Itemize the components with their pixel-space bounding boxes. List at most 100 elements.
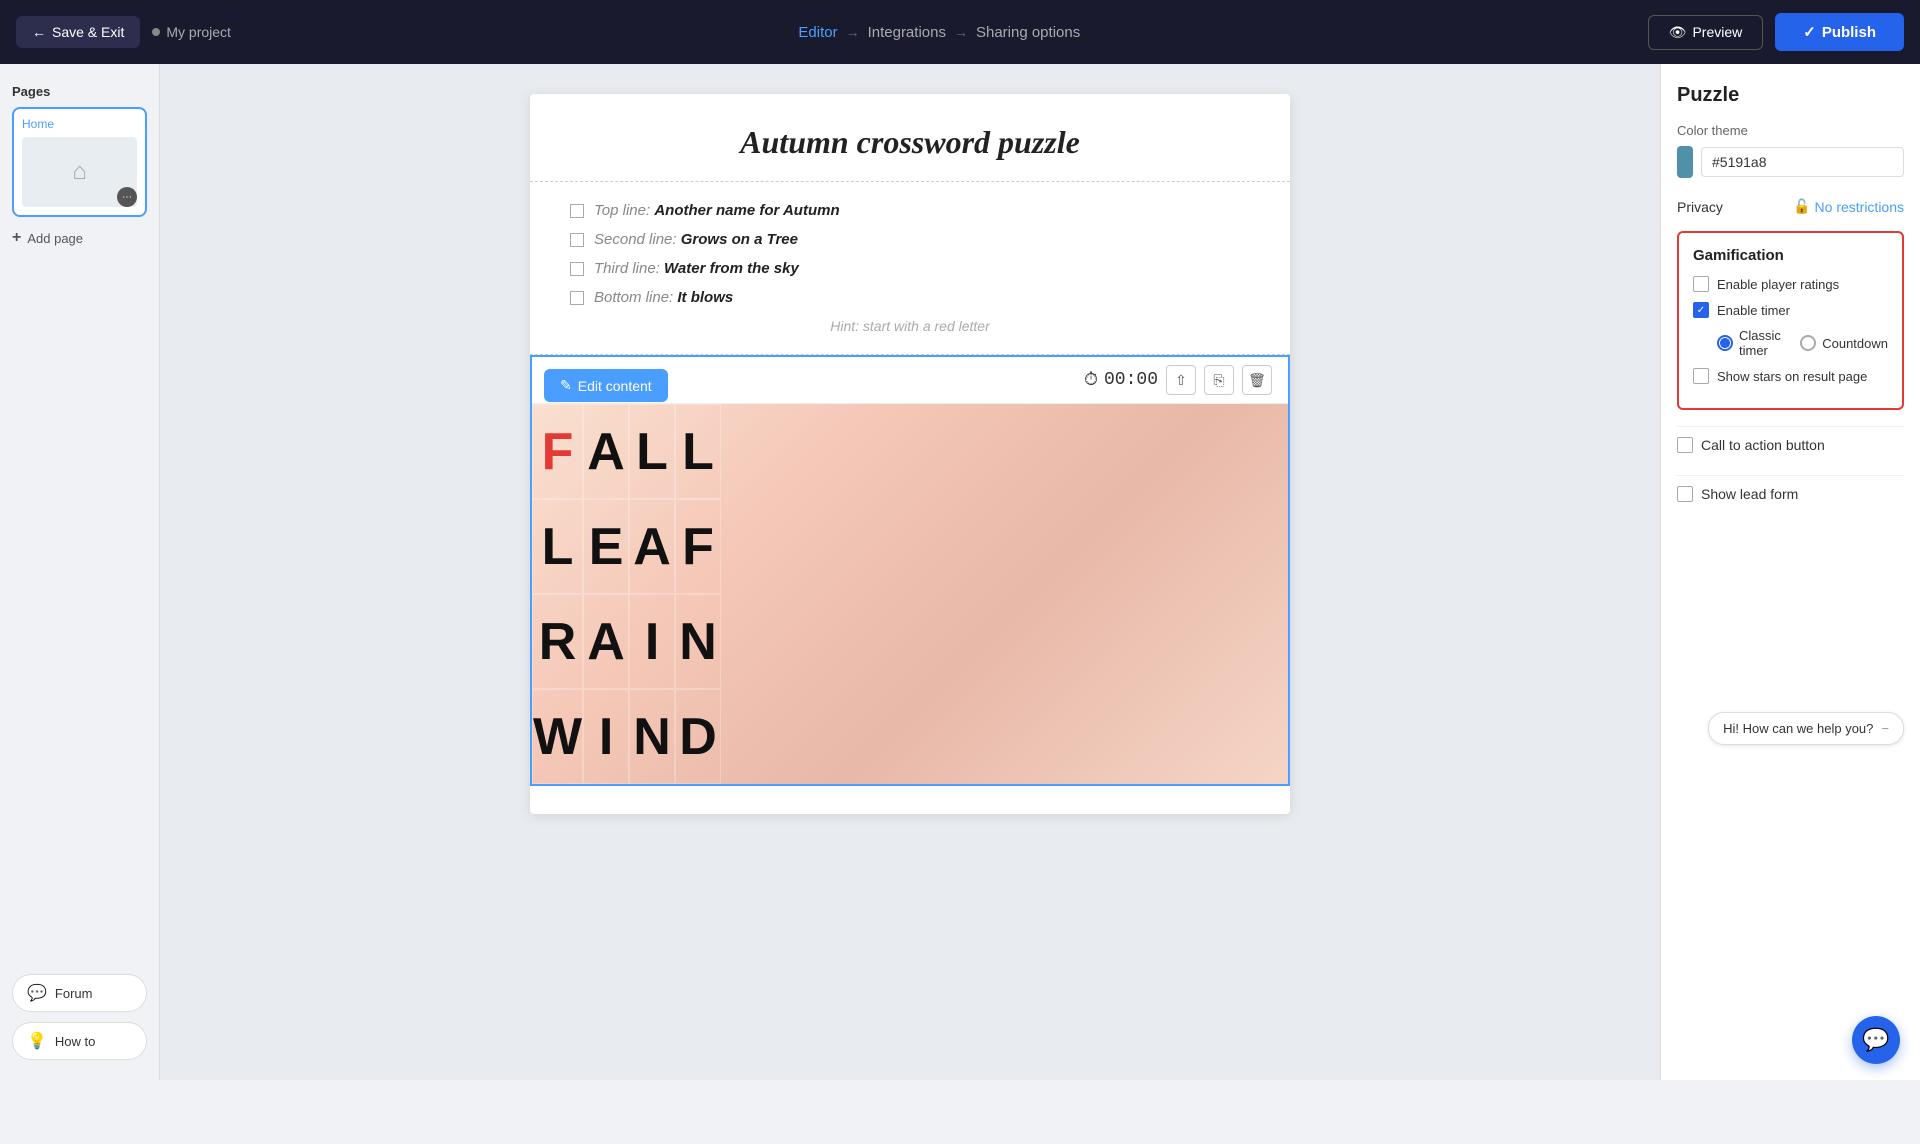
move-up-button[interactable]: ⇧	[1166, 365, 1196, 395]
timer-display: ⏱ 00:00	[1084, 370, 1158, 391]
show-stars-checkbox[interactable]	[1693, 368, 1709, 384]
color-swatch[interactable]	[1677, 146, 1693, 178]
clue-check-4[interactable]	[570, 291, 584, 305]
sidebar-left: Pages Home ⌂ ⋯ + Add page 💬 Forum 💡 How …	[0, 64, 160, 1080]
enable-player-ratings-row: Enable player ratings	[1693, 276, 1888, 292]
gamification-box: Gamification Enable player ratings ✓ Ena…	[1677, 231, 1904, 410]
color-theme-section: Color theme	[1677, 123, 1904, 178]
copy-button[interactable]: ⎘	[1204, 365, 1234, 395]
color-theme-row	[1677, 146, 1904, 178]
countdown-radio[interactable]	[1800, 335, 1816, 351]
home-icon: ⌂	[72, 158, 87, 186]
help-chat-bubble: Hi! How can we help you? −	[1708, 712, 1904, 745]
hint-text: Hint: start with a red letter	[570, 318, 1250, 334]
clue-item-4: Bottom line: It blows	[570, 289, 1250, 306]
howto-button[interactable]: 💡 How to	[12, 1022, 147, 1060]
enable-player-ratings-checkbox[interactable]	[1693, 276, 1709, 292]
canvas-frame: Autumn crossword puzzle Top line: Anothe…	[530, 94, 1290, 814]
chat-close-icon[interactable]: −	[1881, 721, 1889, 736]
grid-cell: R	[532, 594, 583, 689]
clue-label-1: Top line: Another name for Autumn	[594, 202, 840, 219]
arrow-icon-1: →	[846, 24, 860, 40]
classic-timer-radio[interactable]	[1717, 335, 1733, 351]
timer-icon: ⏱	[1084, 370, 1098, 391]
grid-cell: I	[583, 689, 629, 784]
publish-button[interactable]: ✓ Publish	[1775, 13, 1904, 51]
puzzle-title: Autumn crossword puzzle	[570, 124, 1250, 161]
grid-cell: L	[629, 404, 675, 499]
call-to-action-row: Call to action button	[1677, 426, 1904, 463]
no-restrictions-button[interactable]: 🔓 No restrictions	[1793, 198, 1904, 215]
nav-step-integrations[interactable]: Integrations	[868, 24, 946, 41]
nav-steps: Editor → Integrations → Sharing options	[798, 24, 1080, 41]
show-lead-form-row: Show lead form	[1677, 475, 1904, 512]
grid-cell: W	[532, 689, 583, 784]
plus-icon: +	[12, 229, 21, 247]
main-layout: Pages Home ⌂ ⋯ + Add page 💬 Forum 💡 How …	[0, 64, 1920, 1080]
clue-check-3[interactable]	[570, 262, 584, 276]
clue-label-3: Third line: Water from the sky	[594, 260, 799, 277]
show-lead-form-section: Show lead form	[1677, 475, 1904, 512]
call-to-action-section: Call to action button	[1677, 426, 1904, 463]
show-lead-form-checkbox[interactable]	[1677, 486, 1693, 502]
edit-content-button[interactable]: ✎ Edit content	[544, 369, 668, 402]
pages-section: Pages Home ⌂ ⋯ + Add page	[12, 84, 147, 247]
page-card-menu-button[interactable]: ⋯	[117, 187, 137, 207]
pencil-icon: ✎	[560, 377, 572, 394]
classic-timer-option[interactable]: Classic timer	[1717, 328, 1784, 358]
gamification-title: Gamification	[1693, 247, 1888, 264]
nav-step-editor[interactable]: Editor	[798, 24, 837, 41]
lightbulb-icon: 💡	[27, 1031, 47, 1051]
grid-cell: L	[532, 499, 583, 594]
grid-cell: D	[675, 689, 721, 784]
panel-title: Puzzle	[1677, 84, 1904, 107]
color-hex-input[interactable]	[1701, 147, 1904, 177]
enable-timer-checkbox[interactable]: ✓	[1693, 302, 1709, 318]
show-stars-row: Show stars on result page	[1693, 368, 1888, 384]
lock-icon: 🔓	[1793, 198, 1810, 215]
clue-item-3: Third line: Water from the sky	[570, 260, 1250, 277]
grid-cell: F	[532, 404, 583, 499]
crossword-grid: FALLLEAFRAINWIND	[532, 404, 1288, 784]
grid-cell: L	[675, 404, 721, 499]
arrow-icon-2: →	[954, 24, 968, 40]
clue-label-4: Bottom line: It blows	[594, 289, 733, 306]
sidebar-bottom-buttons: 💬 Forum 💡 How to	[12, 974, 147, 1060]
grid-cell: A	[629, 499, 675, 594]
color-theme-label: Color theme	[1677, 123, 1904, 138]
clue-item-2: Second line: Grows on a Tree	[570, 231, 1250, 248]
clue-check-2[interactable]	[570, 233, 584, 247]
grid-cell: N	[629, 689, 675, 784]
project-name-display: My project	[152, 24, 231, 40]
privacy-label: Privacy	[1677, 199, 1723, 215]
pages-title: Pages	[12, 84, 147, 99]
forum-button[interactable]: 💬 Forum	[12, 974, 147, 1012]
countdown-option[interactable]: Countdown	[1800, 335, 1888, 351]
preview-button[interactable]: 👁 Preview	[1648, 15, 1764, 50]
canvas-area: Autumn crossword puzzle Top line: Anothe…	[160, 64, 1660, 1080]
privacy-section: Privacy 🔓 No restrictions	[1677, 198, 1904, 215]
help-section: Hi! How can we help you? −	[1677, 712, 1904, 745]
page-card-home[interactable]: Home ⌂ ⋯	[12, 107, 147, 217]
page-card-label: Home	[22, 117, 137, 131]
call-to-action-checkbox[interactable]	[1677, 437, 1693, 453]
clue-check-1[interactable]	[570, 204, 584, 218]
grid-cell: I	[629, 594, 675, 689]
save-exit-button[interactable]: ← Save & Exit	[16, 16, 140, 48]
clue-label-2: Second line: Grows on a Tree	[594, 231, 798, 248]
puzzle-actions: ⏱ 00:00 ⇧ ⎘ 🗑	[1084, 365, 1272, 395]
top-navigation: ← Save & Exit My project Editor → Integr…	[0, 0, 1920, 64]
delete-button[interactable]: 🗑	[1242, 365, 1272, 395]
nav-step-sharing[interactable]: Sharing options	[976, 24, 1080, 41]
dot-icon	[152, 28, 160, 36]
eye-icon: 👁	[1669, 24, 1687, 41]
enable-timer-row: ✓ Enable timer	[1693, 302, 1888, 318]
grid-cell: A	[583, 594, 629, 689]
add-page-button[interactable]: + Add page	[12, 229, 147, 247]
forum-icon: 💬	[27, 983, 47, 1003]
clues-area: Top line: Another name for Autumn Second…	[530, 182, 1290, 355]
puzzle-content-area: ✎ Edit content Moves: 0 ⏱ 00:00 ⇧ ⎘	[530, 355, 1290, 786]
puzzle-title-area: Autumn crossword puzzle	[530, 94, 1290, 182]
arrow-left-icon: ←	[32, 24, 46, 40]
chat-fab-button[interactable]: 💬	[1852, 1016, 1900, 1064]
